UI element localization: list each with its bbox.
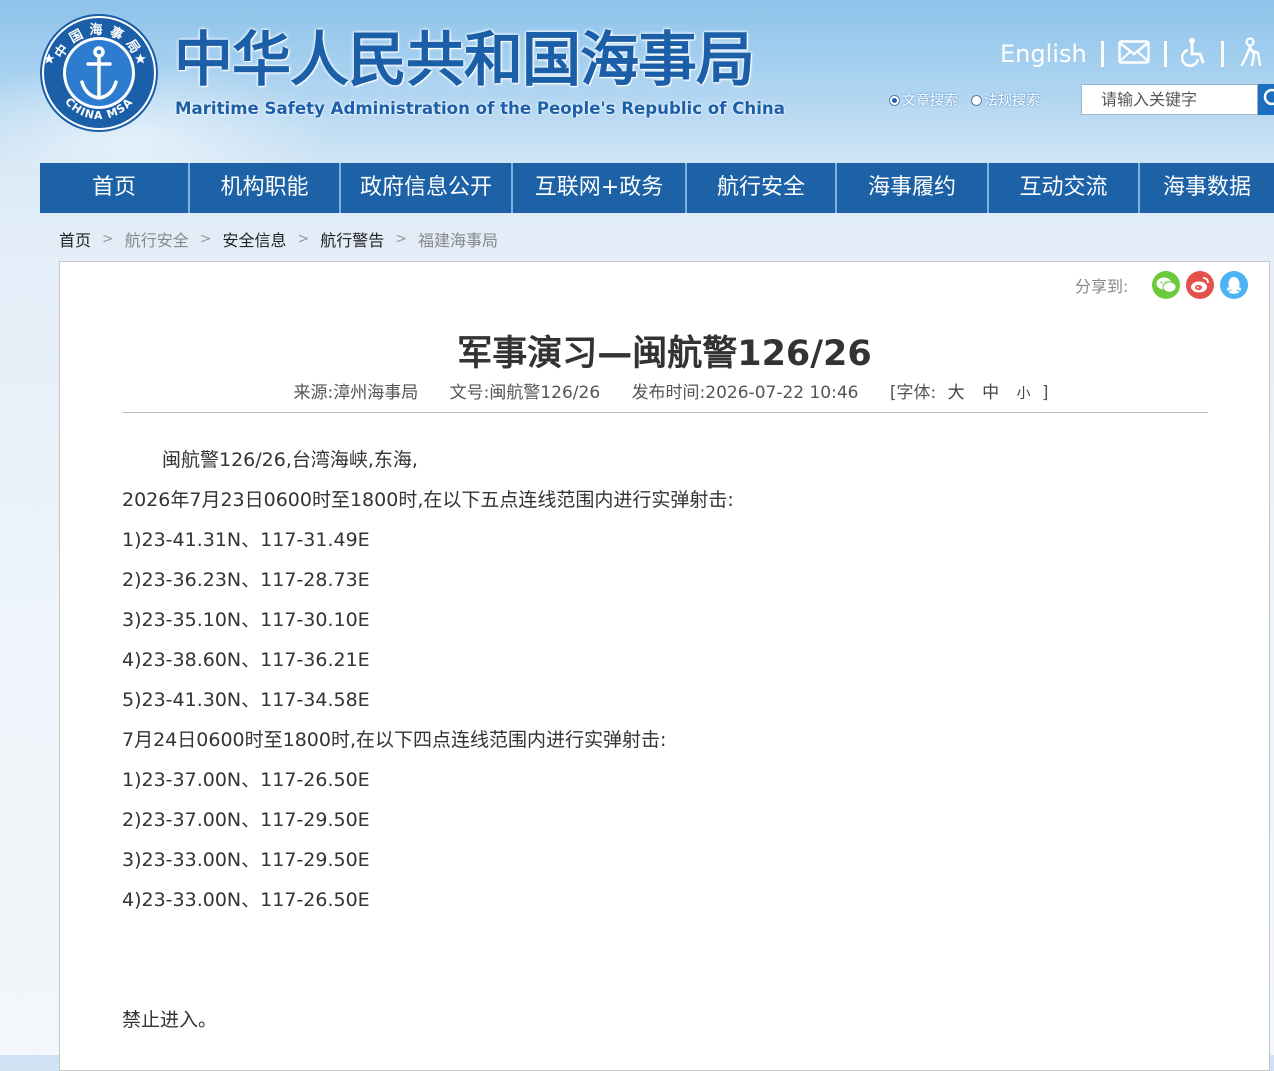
nav-item-home[interactable]: 首页 [40, 163, 190, 213]
coordinate-point: 5)23-41.30N、117-34.58E [122, 689, 370, 711]
coordinate-point: 4)23-33.00N、117-26.50E [122, 889, 370, 911]
search-type-options: 文章搜索 法规搜索 [889, 90, 1053, 110]
breadcrumb-nav-warnings[interactable]: 航行警告 [320, 227, 384, 251]
coordinate-point: 4)23-38.60N、117-36.21E [122, 649, 370, 671]
elderly-care-icon[interactable] [1238, 37, 1266, 71]
nav-item-data[interactable]: 海事数据 [1140, 163, 1274, 213]
wechat-icon[interactable] [1152, 271, 1181, 299]
font-size-close: ] [1041, 383, 1049, 403]
breadcrumb-separator: > [395, 231, 407, 247]
nav-item-interaction[interactable]: 互动交流 [989, 163, 1140, 213]
coordinate-point: 2)23-37.00N、117-29.50E [122, 809, 370, 831]
site-header: 中国海事局 CHINA MSA 中华人民共和国海事局 Maritime Safe… [0, 0, 1274, 163]
nav-item-internet-gov[interactable]: 互联网+政务 [513, 163, 687, 213]
breadcrumb-separator: > [199, 231, 212, 247]
search-option-label: 文章搜索 [902, 93, 958, 109]
wheelchair-icon[interactable] [1180, 37, 1207, 71]
separator [1100, 41, 1104, 67]
envelope-icon[interactable] [1117, 40, 1150, 68]
coordinate-point: 3)23-35.10N、117-30.10E [122, 609, 370, 631]
nav-item-functions[interactable]: 机构职能 [190, 163, 341, 213]
breadcrumb-fujian-msa[interactable]: 福建海事局 [418, 227, 498, 251]
radio-button[interactable] [971, 94, 982, 106]
share-bar: 分享到: [1075, 270, 1249, 300]
font-size-medium[interactable]: 中 [982, 383, 999, 403]
breadcrumb-navigation-safety[interactable]: 航行安全 [125, 227, 189, 251]
breadcrumb: 首页 > 航行安全 > 安全信息 > 航行警告 > 福建海事局 [59, 226, 498, 252]
search-option-regulations[interactable]: 法规搜索 [971, 90, 1040, 110]
search-option-label: 法规搜索 [984, 93, 1040, 109]
article-paragraph: 7月24日0600时至1800时,在以下四点连线范围内进行实弹射击: [122, 729, 667, 751]
nav-item-maritime-compliance[interactable]: 海事履约 [837, 163, 989, 213]
coordinate-point: 1)23-41.31N、117-31.49E [122, 529, 370, 551]
font-size-small[interactable]: 小 [1016, 386, 1030, 402]
article-paragraph: 2026年7月23日0600时至1800时,在以下五点连线范围内进行实弹射击: [122, 489, 734, 511]
site-subtitle: Maritime Safety Administration of the Pe… [175, 99, 785, 118]
msa-logo[interactable]: 中国海事局 CHINA MSA [40, 14, 158, 132]
article-title: 军事演习—闽航警126/26 [457, 334, 872, 375]
qq-icon[interactable] [1220, 271, 1249, 299]
weibo-icon[interactable] [1186, 271, 1215, 299]
separator [1163, 41, 1167, 67]
site-title: 中华人民共和国海事局 [174, 25, 755, 94]
nav-item-navigation-safety[interactable]: 航行安全 [687, 163, 837, 213]
breadcrumb-safety-info[interactable]: 安全信息 [223, 227, 287, 251]
meta-divider [122, 412, 1208, 413]
coordinate-point: 2)23-36.23N、117-28.73E [122, 569, 370, 591]
breadcrumb-separator: > [102, 231, 114, 247]
font-size-label: [字体: [889, 383, 937, 403]
article-body: 闽航警126/26,台湾海峡,东海, 2026年7月23日0600时至1800时… [122, 440, 1208, 1040]
search-icon [1263, 88, 1274, 106]
article-meta: 来源:漳州海事局 文号:闽航警126/26 发布时间:2026-07-22 10… [0, 380, 1274, 407]
breadcrumb-separator: > [297, 231, 310, 247]
article-doc-number: 文号:闽航警126/26 [449, 383, 601, 403]
article-paragraph: 闽航警126/26,台湾海峡,东海, [162, 449, 418, 471]
font-size-large[interactable]: 大 [948, 383, 965, 403]
article-publish-time: 发布时间:2026-07-22 10:46 [631, 383, 859, 403]
search-option-articles[interactable]: 文章搜索 [889, 90, 958, 110]
search-button[interactable] [1258, 84, 1274, 115]
coordinate-point: 3)23-33.00N、117-29.50E [122, 849, 370, 871]
nav-item-gov-info[interactable]: 政府信息公开 [341, 163, 513, 213]
search-input[interactable] [1081, 84, 1258, 115]
separator [1220, 41, 1224, 67]
article-source: 来源:漳州海事局 [293, 383, 419, 403]
share-label: 分享到: [1075, 277, 1129, 296]
main-nav: 首页 机构职能 政府信息公开 互联网+政务 航行安全 海事履约 互动交流 海事数… [40, 163, 1274, 213]
radio-button[interactable] [889, 94, 900, 106]
breadcrumb-home[interactable]: 首页 [59, 227, 91, 251]
font-size-control: [字体: 大 中 小 ] [890, 383, 1049, 403]
top-links: English [1000, 36, 1266, 72]
coordinate-point: 1)23-37.00N、117-26.50E [122, 769, 370, 791]
article-paragraph: 禁止进入。 [122, 1009, 218, 1031]
english-link[interactable]: English [1000, 40, 1087, 68]
